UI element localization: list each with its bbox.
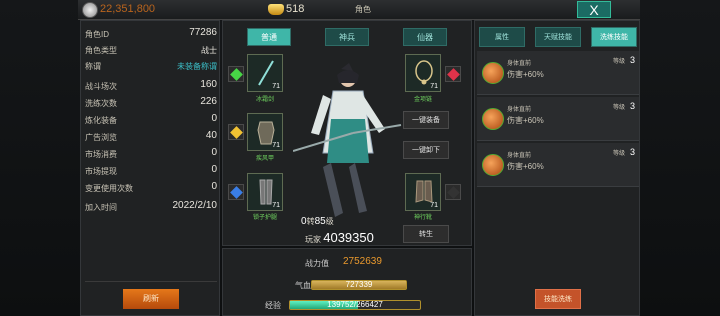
info-row-battles: 战斗场次 160: [85, 79, 217, 91]
title-link[interactable]: 未装备称谓: [177, 61, 217, 72]
xp-label: 经验: [265, 301, 281, 310]
tab-immortal-artifact[interactable]: 仙器: [403, 28, 447, 46]
info-row-id: 角色ID 77286: [85, 27, 217, 39]
info-row-refine: 洗练次数 226: [85, 96, 217, 108]
gem-slot-blue[interactable]: [228, 184, 244, 200]
info-row-ads: 广告浏览 40: [85, 130, 217, 142]
gold-ingot-icon: [268, 4, 284, 15]
character-screen: 22,351,800 518 角色 X 角色ID 77286 角色类型 战士 称谓未…: [0, 0, 720, 316]
power-label: 战力值: [305, 259, 329, 268]
info-row-type: 角色类型 战士: [85, 46, 217, 55]
unequip-all-button[interactable]: 一键卸下: [403, 141, 449, 159]
info-row-smelt: 炼化装备 0: [85, 113, 217, 125]
tab-refine-skills[interactable]: 洗练技能: [591, 27, 637, 47]
info-panel: 角色ID 77286 角色类型 战士 称谓 未装备称谓 战斗场次 160 洗练次数 226…: [80, 20, 220, 316]
info-row-market-withdraw: 市场提现 0: [85, 164, 217, 176]
info-row-changes: 变更使用次数 0: [85, 181, 217, 193]
leg-slot[interactable]: 71: [247, 173, 283, 211]
equip-all-button[interactable]: 一键装备: [403, 111, 449, 129]
leg-name: 锁子护腿: [252, 215, 277, 221]
tab-talent-skills[interactable]: 天赋技能: [535, 27, 581, 47]
equipment-panel: 普通 神兵 仙器 71 冰霜剑 71 疾风甲 71 锁子护腿 71 金项链 一键…: [222, 20, 472, 246]
gem-slot-red[interactable]: [445, 66, 461, 82]
reborn-button[interactable]: 转生: [403, 225, 449, 243]
reborn-level: 0转85级: [301, 216, 334, 227]
gem-slot-yellow[interactable]: [228, 124, 244, 140]
armor-slot[interactable]: 71: [247, 113, 283, 151]
weapon-slot[interactable]: 71: [247, 54, 283, 92]
tab-attributes[interactable]: 属性: [479, 27, 525, 47]
weapon-name: 冰霜剑: [255, 97, 274, 103]
silver-amount: 22,351,800: [100, 3, 156, 15]
xp-text: 139752/266427: [327, 300, 383, 309]
stats-panel: 战力值 2752639 气血 727339 经验 139752/266427: [222, 248, 472, 316]
tab-normal[interactable]: 普通: [247, 28, 291, 46]
top-bar: 22,351,800 518 角色: [78, 0, 640, 20]
close-button[interactable]: X: [577, 1, 611, 18]
info-row-market-spend: 市场消费 0: [85, 147, 217, 159]
necklace-name: 金项链: [413, 97, 432, 103]
tab-divine-weapon[interactable]: 神兵: [325, 28, 369, 46]
hp-bar: 727339: [311, 280, 407, 290]
boots-name: 神行靴: [413, 215, 432, 221]
skills-panel: 属性 天赋技能 洗练技能 身体直前 伤害+60% 等级 3 身体直前 伤害+60…: [474, 20, 640, 316]
gold-amount: 518: [286, 3, 305, 15]
refresh-button[interactable]: 刷新: [123, 289, 179, 309]
armor-name: 疾风甲: [255, 156, 274, 162]
gem-slot-empty[interactable]: [445, 184, 461, 200]
refine-skill-button[interactable]: 技能洗练: [535, 289, 581, 309]
necklace-slot[interactable]: 71: [405, 54, 441, 92]
info-row-join-date: 加入时间 2022/2/10: [85, 200, 217, 212]
silver-coin-icon: [82, 2, 98, 18]
divider: [85, 281, 217, 282]
power-value: 2752639: [343, 256, 382, 267]
character-figure: [293, 63, 402, 217]
skill-item[interactable]: 身体直前 伤害+60% 等级 3: [477, 97, 639, 141]
info-row-title: 称谓 未装备称谓: [85, 61, 217, 72]
skill-icon: [482, 62, 504, 84]
skill-icon: [482, 108, 504, 130]
skill-icon: [482, 154, 504, 176]
xp-bar: 139752/266427: [289, 300, 421, 310]
page-title: 角色: [355, 5, 371, 14]
gem-slot-green[interactable]: [228, 66, 244, 82]
skill-item[interactable]: 身体直前 伤害+60% 等级 3: [477, 51, 639, 95]
hp-label: 气血: [295, 281, 311, 290]
player-id: 玩家 4039350: [305, 230, 374, 245]
skill-item[interactable]: 身体直前 伤害+60% 等级 3: [477, 143, 639, 187]
boots-slot[interactable]: 71: [405, 173, 441, 211]
